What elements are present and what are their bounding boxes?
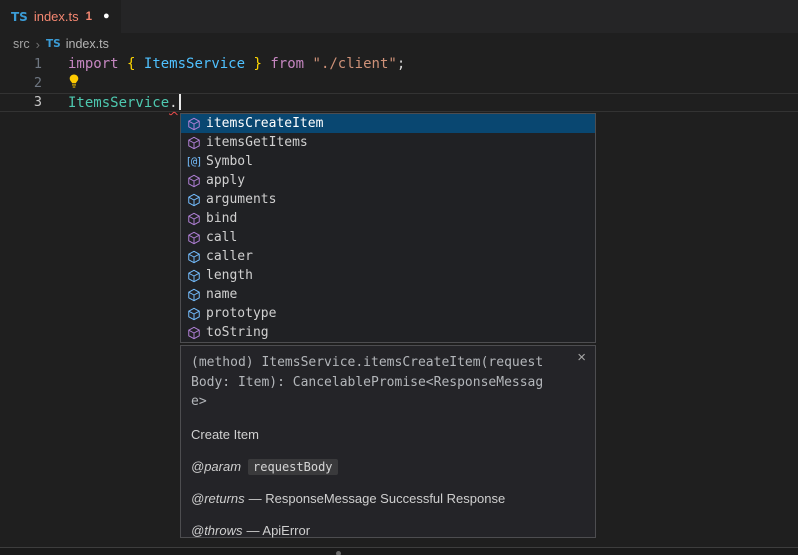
- tag-name: @param: [191, 459, 241, 474]
- symbol-field-icon: [184, 307, 203, 321]
- suggestion-label: toString: [206, 325, 269, 340]
- suggestion-label: name: [206, 287, 237, 302]
- dirty-indicator-icon[interactable]: ●: [103, 11, 110, 22]
- symbol-method-icon: [184, 212, 203, 226]
- code-token: ItemsService: [68, 95, 169, 111]
- docs-signature: (method) ItemsService.itemsCreateItem(re…: [191, 353, 585, 412]
- tab-bar: TS index.ts 1 ●: [0, 0, 798, 33]
- suggestion-label: call: [206, 230, 237, 245]
- code-token: .: [169, 95, 177, 111]
- suggestion-item-apply[interactable]: apply: [181, 171, 595, 190]
- line-content[interactable]: ItemsService.: [68, 94, 181, 111]
- code-token: "./client": [313, 56, 397, 72]
- symbol-misc-icon: [@]: [184, 156, 203, 168]
- code-token: }: [253, 56, 261, 72]
- suggest-docs-panel: (method) ItemsService.itemsCreateItem(re…: [180, 345, 596, 538]
- param-chip: requestBody: [248, 459, 337, 475]
- tag-text: — ApiError: [247, 523, 311, 538]
- overflow-dot-icon: [336, 551, 341, 555]
- suggestion-label: prototype: [206, 306, 276, 321]
- signature-line: e>: [191, 392, 585, 412]
- line-number: 1: [0, 55, 42, 74]
- text-cursor: [179, 94, 181, 110]
- typescript-file-icon: TS: [46, 38, 61, 50]
- code-token: ItemsService: [144, 56, 245, 72]
- code-token: [119, 56, 127, 72]
- docs-description: Create Item: [191, 427, 585, 442]
- lightbulb-icon[interactable]: [68, 74, 80, 95]
- code-token: import: [68, 56, 119, 72]
- symbol-field-icon: [184, 193, 203, 207]
- suggestion-item-length[interactable]: length: [181, 266, 595, 285]
- suggestion-item-prototype[interactable]: prototype: [181, 304, 595, 323]
- signature-line: (method) ItemsService.itemsCreateItem(re…: [191, 353, 585, 373]
- doc-tag-returns: @returns — ResponseMessage Successful Res…: [191, 491, 585, 506]
- breadcrumb: src › TS index.ts: [0, 33, 798, 55]
- chevron-right-icon: ›: [36, 37, 40, 52]
- suggestion-item-name[interactable]: name: [181, 285, 595, 304]
- line-number: 3: [0, 94, 42, 111]
- breadcrumb-item-file[interactable]: index.ts: [66, 37, 109, 51]
- breadcrumb-item-src[interactable]: src: [13, 37, 30, 51]
- suggestion-item-caller[interactable]: caller: [181, 247, 595, 266]
- symbol-method-icon: [184, 117, 203, 131]
- suggestion-label: bind: [206, 211, 237, 226]
- code-line-1[interactable]: 1 import { ItemsService } from "./client"…: [0, 55, 798, 74]
- suggestion-label: caller: [206, 249, 253, 264]
- suggestion-item-arguments[interactable]: arguments: [181, 190, 595, 209]
- suggestion-label: apply: [206, 173, 245, 188]
- code-token: [304, 56, 312, 72]
- suggestion-label: itemsCreateItem: [206, 116, 323, 131]
- tag-text: — ResponseMessage Successful Response: [249, 491, 506, 506]
- tag-name: @returns: [191, 491, 245, 506]
- line-content[interactable]: [68, 74, 80, 93]
- suggestion-label: Symbol: [206, 154, 253, 169]
- suggestion-item-itemsCreateItem[interactable]: itemsCreateItem: [181, 114, 595, 133]
- line-number: 2: [0, 74, 42, 93]
- lower-panel-edge: [0, 548, 798, 555]
- typescript-file-icon: TS: [11, 10, 28, 24]
- doc-tag-param: @param requestBody: [191, 459, 585, 474]
- code-token: [135, 56, 143, 72]
- code-line-3[interactable]: 3 ItemsService.: [0, 93, 798, 112]
- tab-problem-badge: 1: [86, 11, 92, 23]
- suggestion-label: arguments: [206, 192, 276, 207]
- symbol-method-icon: [184, 326, 203, 340]
- vscode-editor-window: TS index.ts 1 ● src › TS index.ts 1 impor…: [0, 0, 798, 555]
- suggestion-item-Symbol[interactable]: [@]Symbol: [181, 152, 595, 171]
- suggestion-label: itemsGetItems: [206, 135, 308, 150]
- suggestion-item-toString[interactable]: toString: [181, 323, 595, 342]
- close-icon[interactable]: ×: [577, 350, 586, 365]
- tab-filename: index.ts: [34, 9, 79, 24]
- suggestion-label: length: [206, 268, 253, 283]
- tab-index-ts[interactable]: TS index.ts 1 ●: [0, 0, 121, 33]
- suggestion-item-call[interactable]: call: [181, 228, 595, 247]
- symbol-method-icon: [184, 231, 203, 245]
- suggest-widget: itemsCreateItemitemsGetItems[@]Symbolapp…: [180, 113, 596, 343]
- code-line-2[interactable]: 2: [0, 74, 798, 93]
- suggestion-item-bind[interactable]: bind: [181, 209, 595, 228]
- signature-line: Body: Item): CancelablePromise<ResponseM…: [191, 373, 585, 393]
- symbol-method-icon: [184, 136, 203, 150]
- docs-tags: @param requestBody @returns — ResponseMessa…: [191, 459, 585, 538]
- symbol-field-icon: [184, 250, 203, 264]
- line-content[interactable]: import { ItemsService } from "./client";: [68, 55, 405, 74]
- symbol-field-icon: [184, 269, 203, 283]
- symbol-field-icon: [184, 288, 203, 302]
- code-editor[interactable]: 1 import { ItemsService } from "./client"…: [0, 55, 798, 112]
- code-token: ;: [397, 56, 405, 72]
- code-token: from: [270, 56, 304, 72]
- suggestion-item-itemsGetItems[interactable]: itemsGetItems: [181, 133, 595, 152]
- symbol-method-icon: [184, 174, 203, 188]
- tag-name: @throws: [191, 523, 243, 538]
- doc-tag-throws: @throws — ApiError: [191, 523, 585, 538]
